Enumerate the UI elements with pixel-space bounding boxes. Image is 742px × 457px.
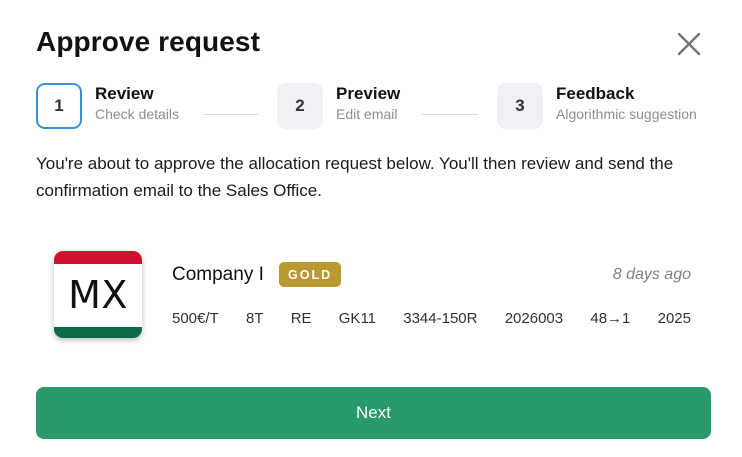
flag-bottom-stripe: [54, 327, 142, 338]
step-title: Review: [95, 84, 154, 103]
step-title: Feedback: [556, 84, 635, 103]
step-subtitle: Edit email: [336, 106, 398, 122]
detail-year: 2025: [657, 310, 691, 327]
close-icon: [677, 32, 701, 56]
step-connector: [422, 114, 478, 115]
step-preview[interactable]: 2 Preview Edit email: [277, 83, 400, 129]
step-title: Preview: [336, 84, 401, 103]
country-code: MX: [68, 273, 128, 317]
country-flag: MX: [54, 251, 142, 338]
step-connector: [203, 114, 258, 115]
step-number: 2: [277, 83, 323, 129]
step-subtitle: Algorithmic suggestion: [556, 106, 697, 122]
detail-grade: GK11: [338, 310, 377, 327]
request-details: 500€/T 8T RE GK11 3344-150R 2026003 48→1…: [172, 310, 691, 327]
detail-quantity: 8T: [245, 310, 264, 327]
dialog-description: You're about to approve the allocation r…: [36, 154, 674, 200]
next-button[interactable]: Next: [36, 387, 711, 439]
detail-product: 3344-150R: [403, 310, 478, 327]
company-name: Company I: [172, 264, 264, 285]
step-feedback[interactable]: 3 Feedback Algorithmic suggestion: [497, 83, 697, 129]
close-button[interactable]: [676, 31, 702, 57]
flag-top-stripe: [54, 251, 142, 264]
step-review[interactable]: 1 Review Check details: [36, 83, 179, 129]
step-number: 1: [36, 83, 82, 129]
detail-reference: 2026003: [504, 310, 564, 327]
detail-period: 48→1: [590, 310, 631, 327]
tier-badge: GOLD: [279, 262, 342, 287]
request-age: 8 days ago: [612, 266, 691, 283]
dialog-title: Approve request: [36, 26, 260, 57]
step-subtitle: Check details: [95, 106, 180, 122]
detail-type: RE: [290, 310, 312, 327]
step-number: 3: [497, 83, 543, 129]
detail-price: 500€/T: [172, 310, 219, 327]
